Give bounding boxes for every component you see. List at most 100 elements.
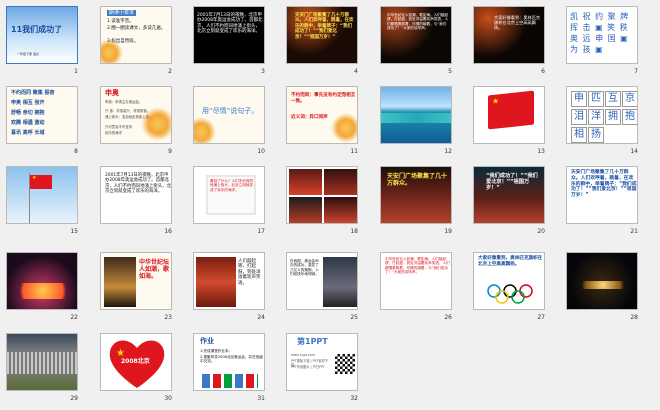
slide-15-canvas[interactable]: ★: [6, 166, 78, 224]
slide-21-canvas[interactable]: 天安门广场聚集了几十万群众。人们欢呼着，跳着，在欢乐的群中，举着牌子：“我们成功…: [566, 166, 638, 224]
slide-11-sub: 近义词：异口同声: [291, 115, 328, 120]
slide-19-canvas[interactable]: 天安门广场聚集了几十万群众。: [380, 166, 452, 224]
slide-11-canvas[interactable]: 不约而同：事先没有约定而相互一致。 近义词：异口同声: [286, 86, 358, 144]
slide-6-canvas[interactable]: 大家好像看到：奥林匹克旗帜在北京上空高高飘扬。: [473, 6, 545, 64]
star-icon: ★: [492, 96, 500, 106]
slide-16-text: 2001年7月13日的夜晚，北京申办2008年奥运会成功了。首都北京，人们不约而…: [105, 173, 171, 194]
slide-32-canvas[interactable]: 第1PPT www.1ppt.com PPT模板下载 | PPT素材下载 PPT…: [286, 333, 358, 391]
slide-2-heading: 朗读小要求: [107, 10, 137, 16]
slide-2-line: 1.读准字音。: [107, 19, 134, 24]
slide-27-text: 大家好像看到，奥林匹克旗帜在北京上空高高飘扬。: [478, 256, 543, 267]
slide-3-canvas[interactable]: 2001年7月13日的夜晚，北京申办2008年奥运会成功了。首都北京，人们不约而…: [193, 6, 265, 64]
hanzi-box: 匹: [588, 91, 604, 107]
slide-29-canvas[interactable]: [6, 333, 78, 391]
slide-24-canvas[interactable]: 人们敲起锣，打起鼓，到处洋溢着欢声笑语。: [193, 252, 265, 310]
slide-number: 31: [257, 395, 265, 402]
star-icon: ★: [32, 175, 37, 181]
slide-7-chars: 凯 祝 约 聚 牌 挥 击 ▣ 笑 秩 奥 远 申 国 ▣ 为 孩 ▣: [570, 12, 633, 54]
celebration-photo: [289, 169, 322, 195]
slide-28-canvas[interactable]: [566, 252, 638, 310]
slide-9-heading: 申奥: [105, 89, 119, 97]
slide-20-canvas[interactable]: “我们成功了！”“我们爱北京！”“祖国万岁！”: [473, 166, 545, 224]
slide-10-text: 用“尽情”说句子。: [202, 107, 259, 115]
celebration-photo: [289, 197, 322, 223]
hanzi-box: 京: [622, 91, 637, 107]
slide-14-canvas[interactable]: 申 匹 互 京 泪 洋 拥 抱 相 扬: [566, 86, 638, 144]
slide-26-text: 中华世纪坛人如潮，歌如海。人们敲起锣，打起鼓，到处洋溢着欢声笑语，人们都唱着跳着…: [385, 257, 450, 274]
slide-number: 1: [74, 68, 78, 75]
slide-32-line: PPT背景图片 | 节日PPT: [291, 365, 325, 369]
slide-23-canvas[interactable]: 中华世纪坛人如潮，歌如海。: [100, 252, 172, 310]
slide-number: 28: [630, 314, 638, 321]
slide-9-line: 涌上街头：急迫地走到街上去。: [105, 115, 153, 119]
hanzi-box: 相: [571, 127, 587, 143]
slide-5-canvas[interactable]: 中华世纪坛人如潮，歌如海。人们敲起锣，打起鼓，到处洋溢着欢声笑语，人们都唱着跳着…: [380, 6, 452, 64]
slide-12-canvas[interactable]: [380, 86, 452, 144]
olympic-rings-icon: [487, 284, 533, 304]
slide-number: 26: [444, 314, 452, 321]
slide-23-text: 中华世纪坛人如潮，歌如海。: [139, 259, 170, 281]
slide-number: 17: [257, 228, 265, 235]
slide-8-row: 申奥 相互 张开: [11, 100, 45, 106]
slide-27-canvas[interactable]: 大家好像看到，奥林匹克旗帜在北京上空高高飘扬。: [473, 252, 545, 310]
slide-24-text: 人们敲起锣，打起鼓，到处洋溢着欢声笑语。: [238, 259, 261, 286]
slide-7-canvas[interactable]: 凯 祝 约 聚 牌 挥 击 ▣ 笑 秩 奥 远 申 国 ▣ 为 孩 ▣: [566, 6, 638, 64]
slide-number: 9: [168, 148, 172, 155]
hanzi-box: 扬: [588, 127, 604, 143]
slide-number: 23: [164, 314, 172, 321]
slide-31-heading: 作业: [200, 337, 214, 345]
slide-10-canvas[interactable]: 用“尽情”说句子。: [193, 86, 265, 144]
slide-number: 10: [257, 148, 265, 155]
china-flag-image: ★: [488, 90, 534, 130]
slide-25-canvas[interactable]: 在我国，奥运会申办的成功，激发了几亿人的拥抱，人们欢快乐地呼喊。: [286, 252, 358, 310]
slide-1-title: 11我们成功了: [11, 25, 63, 34]
slide-number: 12: [444, 148, 452, 155]
slide-8-row: 欢腾 相遇 激动: [11, 120, 45, 126]
hanzi-box: 拥: [605, 109, 621, 125]
slide-number: 25: [350, 314, 358, 321]
china-flag-image: ★: [30, 175, 52, 189]
slide-1-caption: 一年级下册 语文: [17, 52, 39, 56]
slide-13-canvas[interactable]: ★: [473, 86, 545, 144]
mascots-image: [202, 374, 258, 388]
slide-sorter-grid: 11我们成功了 一年级下册 语文 1 朗读小要求 1.读准字音。 2.圈一圈读课…: [0, 0, 660, 410]
slide-number: 19: [444, 228, 452, 235]
slide-22-canvas[interactable]: [6, 252, 78, 310]
flower-decoration-icon: [194, 117, 216, 143]
hanzi-box: 抱: [622, 109, 637, 125]
slide-number: 18: [350, 228, 358, 235]
slide-16-canvas[interactable]: 2001年7月13日的夜晚，北京申办2008年奥运会成功了。首都北京，人们不约而…: [100, 166, 172, 224]
slide-32-line: www.1ppt.com: [291, 353, 315, 357]
slide-9-canvas[interactable]: 申奥 申奥：申请主办奥运会。 兴 奋：非常高兴，非常振奋。 涌上街头：急迫地走到…: [100, 86, 172, 144]
slide-number: 11: [350, 148, 358, 155]
slide-17-canvas[interactable]: 看到了什么？人们不约而同地涌上街头，北京立刻就变成了欢乐的海洋。: [193, 166, 265, 224]
hanzi-box: 洋: [588, 109, 604, 125]
qr-code-icon: [335, 354, 355, 374]
slide-19-text: 天安门广场聚集了几十万群众。: [387, 173, 448, 188]
slide-2-canvas[interactable]: 朗读小要求 1.读准字音。 2.圈一圈读课文，多读几遍。 3.标出自然段。: [100, 6, 172, 64]
slide-30-text: 2008北京: [121, 358, 150, 365]
slide-number: 27: [537, 314, 545, 321]
slide-4-canvas[interactable]: 天安门广场聚集了几十万群众。人们欢呼着，跳着，在欢乐的群中，举着牌子：“我们成功…: [286, 6, 358, 64]
slide-3-text: 2001年7月13日的夜晚，北京申办2008年奥运会成功了。首都北京，人们不约而…: [197, 13, 263, 35]
slide-number: 4: [354, 68, 358, 75]
slide-30-canvas[interactable]: ★ 2008北京: [100, 333, 172, 391]
slide-2-line: 2.圈一圈读课文，多读几遍。: [107, 26, 166, 31]
slide-31-canvas[interactable]: 作业 1.完成课堂作业本。 2.搜集有关2008北京奥运会，并在班级中交流。: [193, 333, 265, 391]
slide-number: 30: [164, 395, 172, 402]
slide-26-canvas[interactable]: 中华世纪坛人如潮，歌如海。人们敲起锣，打起鼓，到处洋溢着欢声笑语，人们都唱着跳着…: [380, 252, 452, 310]
slide-number: 3: [261, 68, 265, 75]
sea-island-image: [381, 113, 451, 123]
slide-number: 2: [168, 68, 172, 75]
slide-5-text: 中华世纪坛人如潮，歌如海。人们敲起锣，打起鼓，到处洋溢着欢声笑语，人们都唱着跳着…: [387, 13, 449, 30]
slide-number: 14: [630, 148, 638, 155]
slide-8-row: 舒畅 亲切 拥抱: [11, 110, 45, 116]
slide-1-canvas[interactable]: 11我们成功了 一年级下册 语文: [6, 6, 78, 64]
hanzi-box: 申: [571, 91, 587, 107]
slide-number: 5: [448, 68, 452, 75]
slide-number: 15: [70, 228, 78, 235]
slide-8-canvas[interactable]: 不约而同 聚集 振奋 申奥 相互 张开 舒畅 亲切 拥抱 欢腾 相遇 激动 喜讯…: [6, 86, 78, 144]
slide-number: 16: [164, 228, 172, 235]
celebration-photo: [324, 169, 357, 195]
slide-18-canvas[interactable]: [286, 166, 358, 224]
